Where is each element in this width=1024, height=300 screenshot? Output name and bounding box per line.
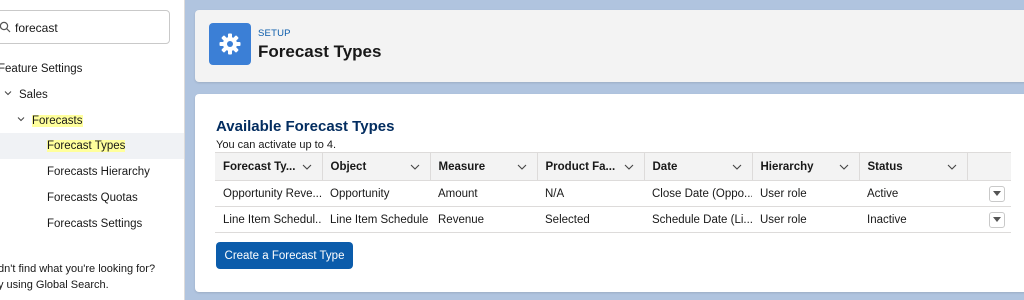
column-header-hierarchy[interactable]: Hierarchy [751,152,859,181]
table-row: Line Item Schedul... Line Item Schedule … [215,206,1011,233]
setup-badge [209,23,251,65]
forecast-types-table: Forecast Ty... Object Measure Product Fa… [215,152,1011,233]
tree-item-label: Forecasts [32,115,83,127]
tree-item-feature-settings[interactable]: Feature Settings [0,63,82,75]
cell-status: Inactive [859,206,967,233]
breadcrumb: SETUP [258,28,291,39]
cell-object: Opportunity [322,180,430,207]
tree-item-forecasts[interactable]: Forecasts [17,115,83,127]
column-header-forecast-type[interactable]: Forecast Ty... [215,152,322,181]
caret-down-icon [993,216,1001,222]
cell-forecast-type[interactable]: Opportunity Reve... [215,180,322,207]
tree-item-forecast-types[interactable]: Forecast Types [47,140,126,152]
column-header-object[interactable]: Object [321,152,430,181]
row-actions-button[interactable] [989,185,1005,202]
cell-date: Schedule Date (Li... [644,206,752,233]
chevron-down-icon[interactable] [839,163,849,171]
column-header-actions [966,152,1011,181]
tree-item-forecasts-quotas[interactable]: Forecasts Quotas [47,192,138,204]
column-header-date[interactable]: Date [643,152,752,181]
help-text-line1: dn't find what you're looking for? [0,263,156,275]
tree-item-forecasts-hierarchy[interactable]: Forecasts Hierarchy [47,166,150,178]
column-header-measure[interactable]: Measure [429,152,537,181]
tree-item-sales[interactable]: Sales [4,89,48,101]
cell-date: Close Date (Oppo... [644,180,752,207]
tree-item-label: Sales [19,89,48,101]
create-forecast-type-button[interactable]: Create a Forecast Type [216,242,353,269]
cell-measure: Revenue [430,206,537,233]
column-header-status[interactable]: Status [858,152,967,181]
chevron-down-icon[interactable] [17,115,25,123]
search-icon [0,21,11,33]
search-value: forecast [15,21,58,35]
cell-hierarchy: User role [752,180,859,207]
cell-product-family: N/A [537,180,644,207]
tree-item-label: Forecasts Quotas [47,192,138,204]
chevron-down-icon[interactable] [947,163,957,171]
cell-forecast-type[interactable]: Line Item Schedul... [215,206,322,233]
table-row: Opportunity Reve... Opportunity Amount N… [215,180,1011,207]
gear-icon [219,33,241,55]
cell-actions [967,206,1011,233]
setup-sidebar: forecast Feature Settings Sales Forecast… [0,0,185,300]
help-text-line2: y using Global Search. [0,279,109,291]
chevron-down-icon[interactable] [732,163,742,171]
quick-find-input[interactable]: forecast [0,10,170,44]
tree-item-label: Feature Settings [0,63,83,75]
column-header-product-family[interactable]: Product Fa... [536,152,644,181]
section-title: Available Forecast Types [216,118,395,135]
forecast-types-card: Available Forecast Types You can activat… [195,94,1024,292]
chevron-down-icon[interactable] [302,163,312,171]
tree-item-label: Forecasts Settings [47,218,143,230]
cell-object: Line Item Schedule [322,206,430,233]
tree-item-forecasts-settings[interactable]: Forecasts Settings [47,218,142,230]
cell-hierarchy: User role [752,206,859,233]
cell-actions [967,180,1011,207]
page-title: Forecast Types [258,42,382,61]
page-header: SETUP Forecast Types [195,10,1024,82]
chevron-down-icon[interactable] [624,163,634,171]
cell-status: Active [859,180,967,207]
caret-down-icon [993,190,1001,196]
cell-measure: Amount [430,180,537,207]
section-subtitle: You can activate up to 4. [216,139,337,151]
row-actions-button[interactable] [989,211,1005,228]
chevron-down-icon[interactable] [410,163,420,171]
tree-item-label: Forecast Types [47,140,126,152]
tree-item-label: Forecasts Hierarchy [47,166,150,178]
chevron-down-icon[interactable] [517,163,527,171]
cell-product-family: Selected [537,206,644,233]
chevron-down-icon[interactable] [4,89,12,97]
